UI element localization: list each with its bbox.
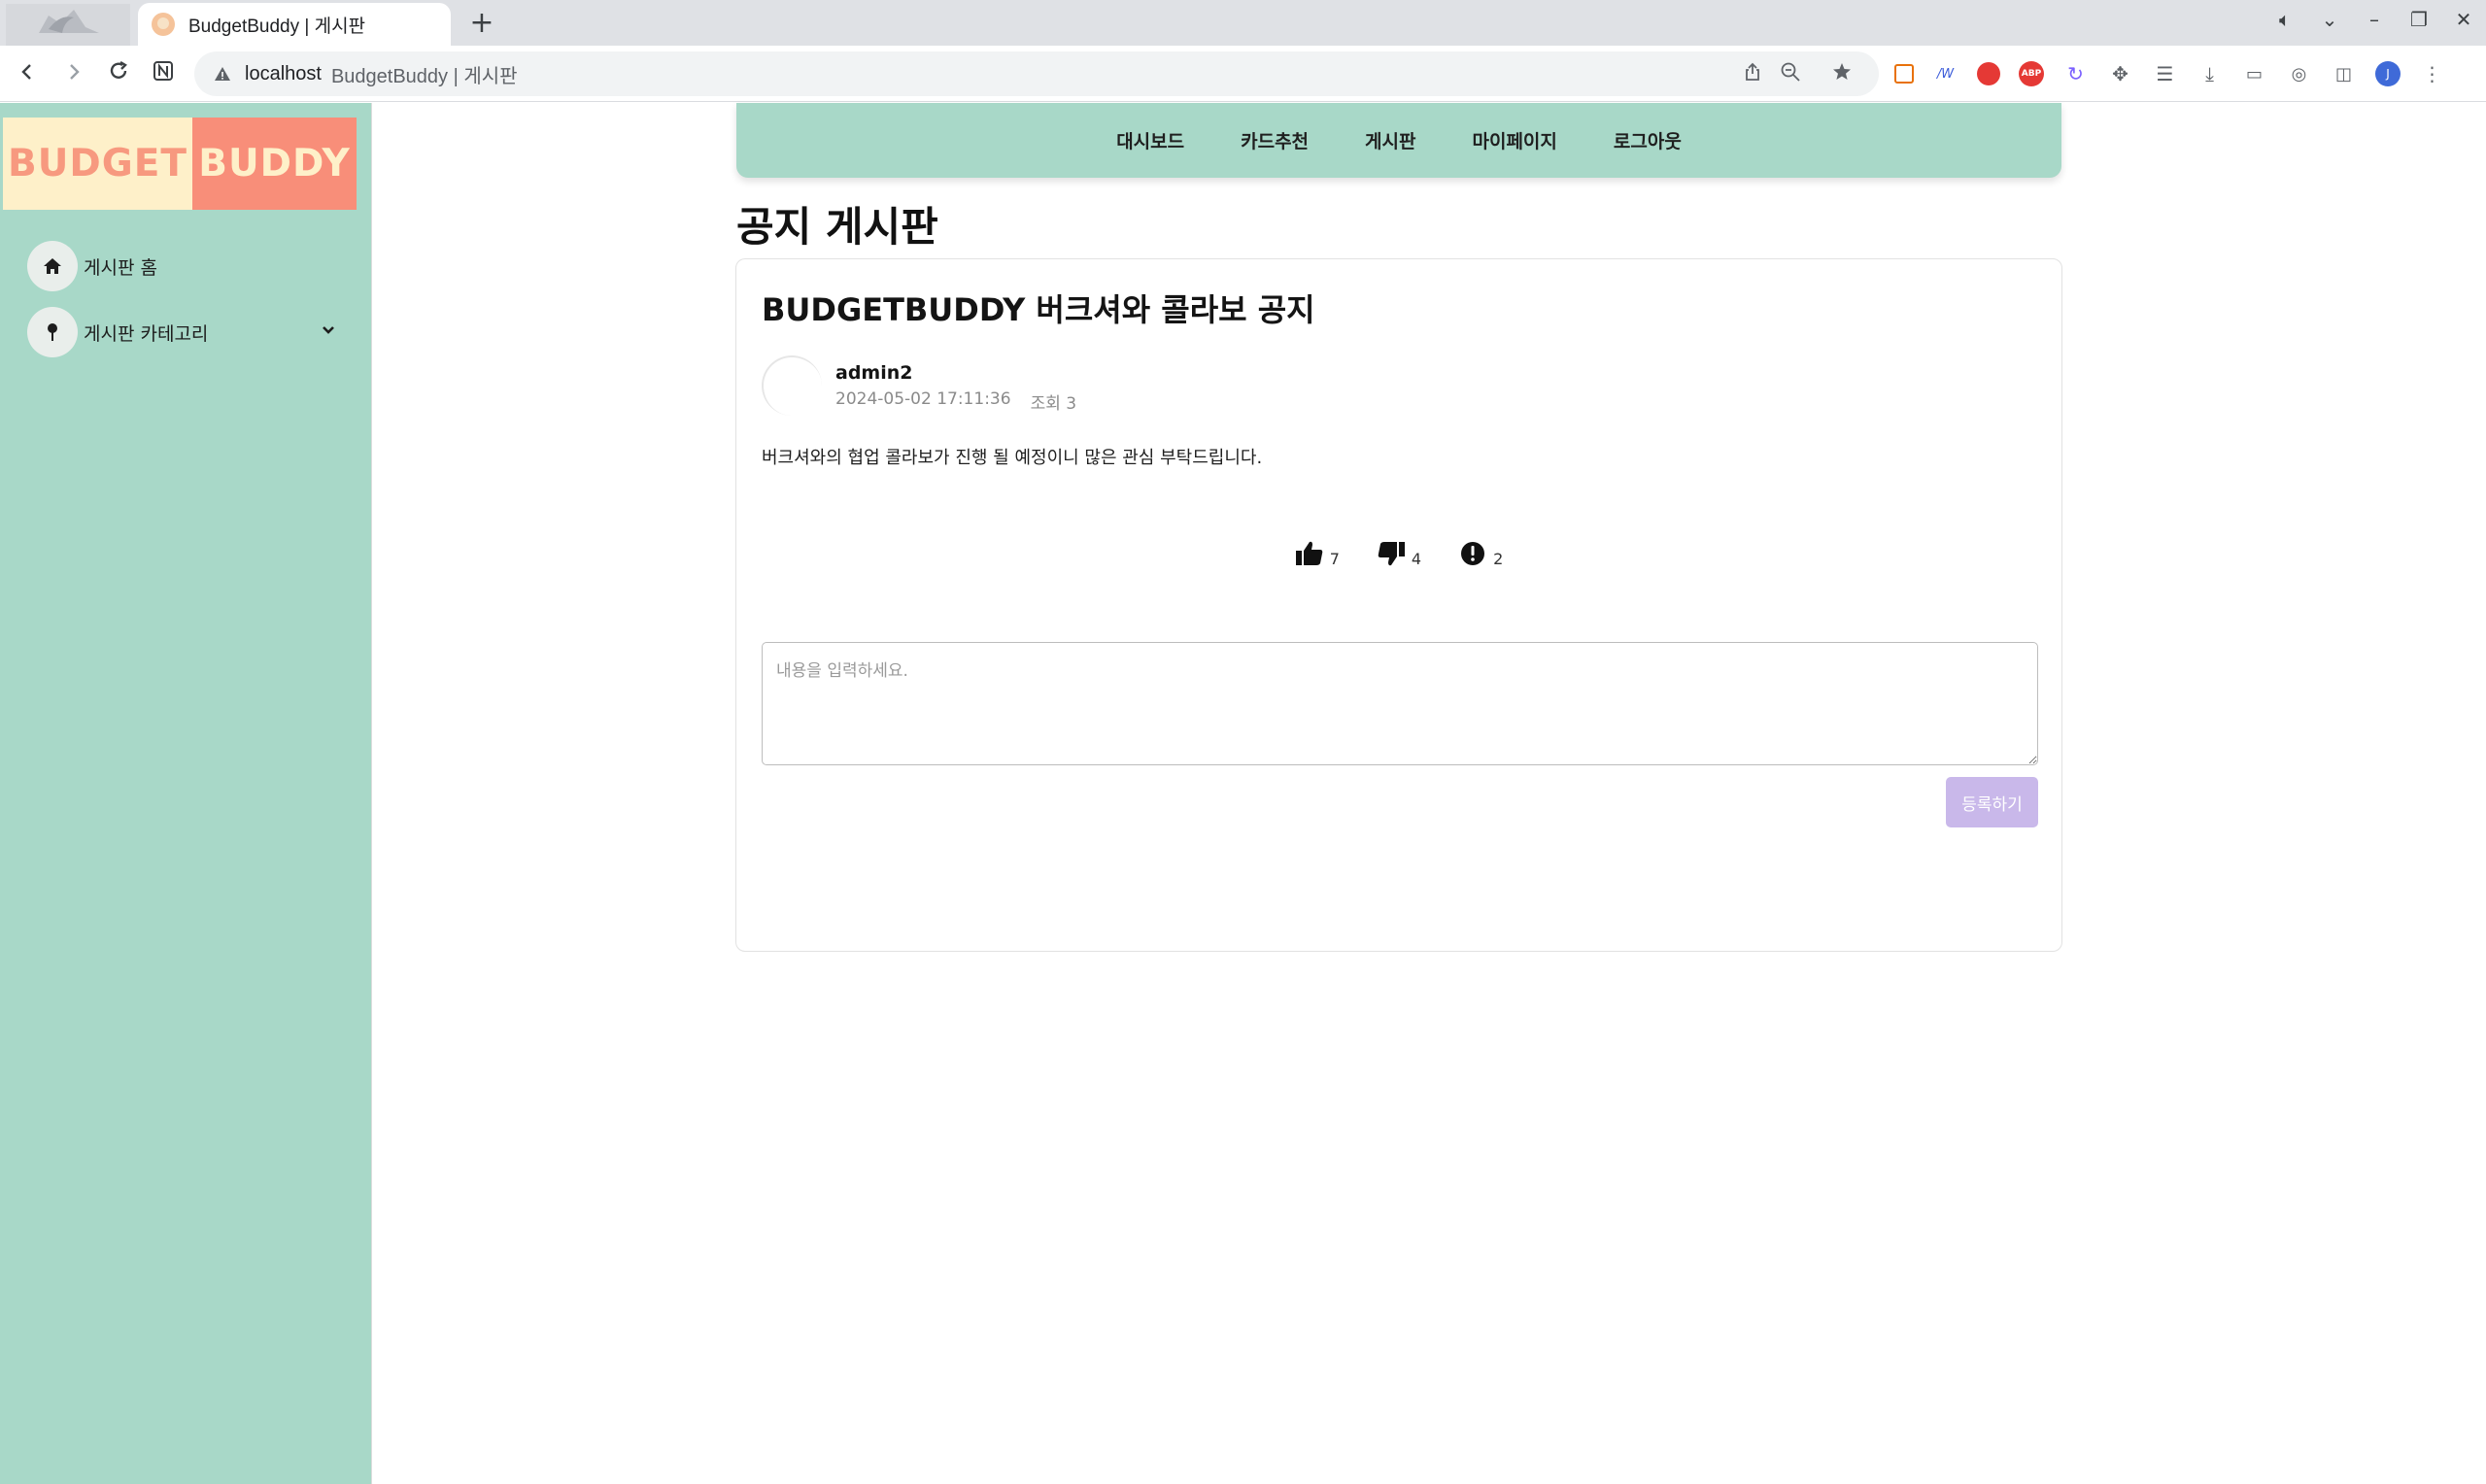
minimize-button[interactable]: – — [2352, 8, 2397, 31]
tab-search-chevron-icon[interactable]: ⌄ — [2307, 8, 2352, 31]
back-button[interactable] — [8, 54, 47, 93]
reading-list-icon[interactable]: ☰ — [2152, 60, 2178, 87]
address-bar[interactable]: localhost BudgetBuddy | 게시판 — [194, 51, 1879, 96]
address-bar-actions — [1743, 51, 1856, 96]
browser-toolbar: localhost BudgetBuddy | 게시판 /W ABP ↻ ✥ ☰… — [0, 46, 2486, 102]
sidebar: BUDGET BUDDY 게시판 홈 게시판 카테고리 — [0, 103, 372, 1484]
sidebar-item-board-home[interactable]: 게시판 홈 — [27, 241, 348, 291]
tab-title: BudgetBuddy | 게시판 — [188, 16, 366, 37]
browser-tab-bar: BudgetBuddy | 게시판 + 🔈︎ ⌄ – ❐ ✕ — [0, 0, 2486, 46]
back-arrow-icon — [21, 64, 31, 80]
site-info-warning-icon[interactable] — [214, 65, 231, 83]
tab-strip-thumbnail[interactable] — [6, 4, 130, 46]
forward-button[interactable] — [54, 54, 93, 93]
post-datetime: 2024-05-02 17:11:36 — [835, 389, 1011, 409]
extensions-bar: /W ABP ↻ ✥ ☰ ⤓ ▭ ◎ ◫ J ⋮ — [1894, 54, 2445, 93]
sidebar-item-label: 게시판 카테고리 — [84, 322, 209, 345]
chevron-down-icon[interactable] — [319, 320, 338, 340]
comment-input[interactable] — [762, 642, 2038, 765]
notion-extension-button[interactable] — [144, 54, 183, 93]
top-navigation: 대시보드 카드추천 게시판 마이페이지 로그아웃 — [736, 103, 2061, 178]
thumbs-up-icon — [1295, 541, 1322, 565]
author-avatar — [762, 355, 822, 416]
budgetbuddy-favicon-icon — [152, 13, 175, 36]
sync-extension-icon[interactable]: ↻ — [2062, 60, 2089, 87]
like-count: 7 — [1329, 550, 1340, 568]
logo-buddy: BUDDY — [192, 118, 357, 210]
side-panel-icon[interactable]: ◫ — [2331, 60, 2357, 87]
extensions-puzzle-icon[interactable]: ✥ — [2107, 60, 2133, 87]
post-views: 조회 3 — [1030, 394, 1077, 414]
sidebar-item-board-category[interactable]: 게시판 카테고리 — [27, 307, 348, 357]
nav-logout[interactable]: 로그아웃 — [1614, 127, 1682, 153]
nav-card-recommend[interactable]: 카드추천 — [1241, 127, 1309, 153]
notion-icon — [153, 61, 173, 81]
reload-icon — [110, 60, 127, 79]
pin-icon — [27, 307, 78, 357]
dislike-button[interactable]: 4 — [1377, 539, 1421, 568]
post-title: BUDGETBUDDY 버크셔와 콜라보 공지 — [762, 291, 1315, 328]
bookmark-star-icon[interactable] — [1832, 61, 1856, 87]
dislike-count: 4 — [1411, 550, 1422, 568]
nav-dashboard[interactable]: 대시보드 — [1116, 127, 1184, 153]
layout-extension-icon[interactable] — [1894, 64, 1914, 84]
screenshot-icon[interactable]: ◎ — [2286, 60, 2312, 87]
share-icon[interactable] — [1743, 62, 1762, 86]
report-count: 2 — [1493, 550, 1504, 568]
home-icon — [27, 241, 78, 291]
page-title: 공지 게시판 — [736, 203, 938, 251]
nav-mypage[interactable]: 마이페이지 — [1472, 127, 1556, 153]
adblock-plus-icon[interactable]: ABP — [2019, 61, 2044, 86]
budgetbuddy-logo[interactable]: BUDGET BUDDY — [3, 118, 357, 210]
sidebar-item-label: 게시판 홈 — [84, 256, 157, 279]
forward-arrow-icon — [70, 64, 80, 80]
page-content: BUDGET BUDDY 게시판 홈 게시판 카테고리 대시보드 카드추천 게시… — [0, 103, 2486, 1484]
logo-budget: BUDGET — [3, 118, 192, 210]
thumbs-down-icon — [1378, 542, 1405, 566]
url-page-title: BudgetBuddy | 게시판 — [330, 65, 518, 87]
wave-extension-icon[interactable]: /W — [1932, 60, 1958, 87]
zoom-out-icon[interactable] — [1780, 61, 1801, 87]
speaker-icon[interactable]: 🔈︎ — [2263, 8, 2307, 31]
post-meta: 2024-05-02 17:11:36 조회 3 — [835, 389, 1076, 414]
window-controls: 🔈︎ ⌄ – ❐ ✕ — [2263, 0, 2486, 39]
post-author: admin2 — [835, 362, 913, 384]
url-host: localhost — [245, 62, 322, 84]
post-content: 버크셔와의 협업 콜라보가 진행 될 예정이니 많은 관심 부탁드립니다. — [762, 448, 1263, 468]
profile-avatar-icon[interactable]: J — [2375, 61, 2401, 86]
reaction-bar: 7 4 2 — [736, 539, 2061, 568]
new-tab-button[interactable]: + — [464, 6, 499, 41]
restore-button[interactable]: ❐ — [2397, 8, 2441, 31]
browser-tab-active[interactable]: BudgetBuddy | 게시판 — [138, 3, 451, 46]
reload-button[interactable] — [99, 54, 138, 93]
comment-submit-button[interactable]: 등록하기 — [1946, 777, 2038, 827]
like-button[interactable]: 7 — [1295, 539, 1340, 568]
hand-block-extension-icon[interactable] — [1977, 62, 2000, 85]
report-button[interactable]: 2 — [1458, 539, 1503, 568]
browser-menu-icon[interactable]: ⋮ — [2419, 60, 2445, 87]
download-icon[interactable]: ⤓ — [2197, 60, 2223, 87]
post-card: BUDGETBUDDY 버크셔와 콜라보 공지 admin2 2024-05-0… — [735, 258, 2062, 952]
screen-record-icon[interactable]: ▭ — [2241, 60, 2267, 87]
close-window-button[interactable]: ✕ — [2441, 8, 2486, 31]
exclamation-circle-icon — [1461, 542, 1485, 565]
nav-board[interactable]: 게시판 — [1365, 127, 1415, 153]
